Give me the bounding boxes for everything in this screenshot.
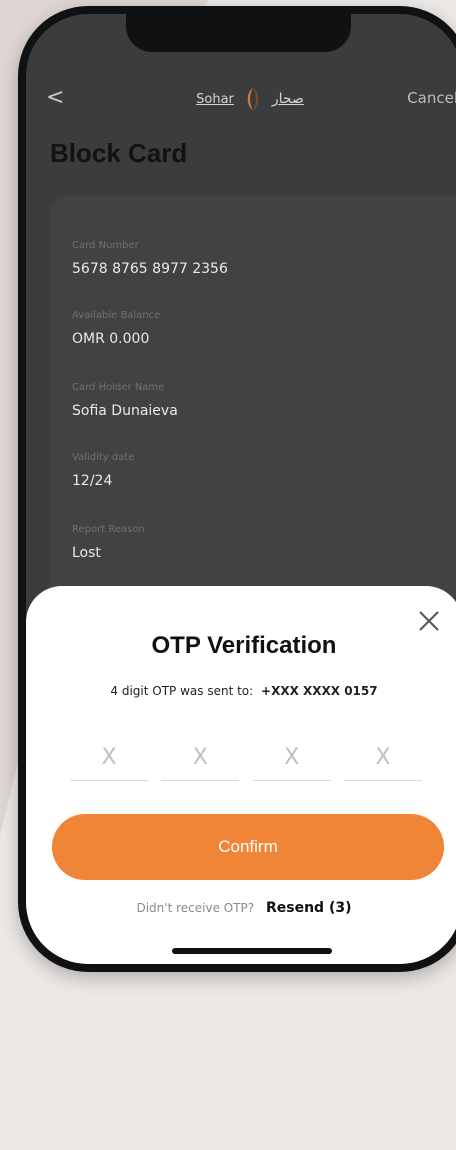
otp-digit-2[interactable] [161,734,240,781]
brand-name-ar: صحار [271,91,304,107]
otp-input-group [70,734,422,781]
resend-button[interactable]: Resend (3) [266,900,352,916]
sohar-logo [247,88,259,110]
validity-date-field: Validity date 12/24 [72,452,134,489]
resend-row: Didn't receive OTP? Resend (3) [26,900,456,916]
otp-title: OTP Verification [151,632,337,659]
card-holder-name-field: Card Holder Name Sofia Dunaieva [72,382,178,419]
field-label: Card Number [72,240,139,251]
field-label: Card Holder Name [72,382,165,393]
masked-phone-number: +XXX XXXX 0157 [261,684,378,698]
field-value: 12/24 [72,473,113,489]
otp-bottom-sheet: OTP Verification 4 digit OTP was sent to… [26,586,456,964]
phone-screen: < Sohar صحار Cancel Block Card Card Numb… [26,14,456,964]
field-value: OMR 0.000 [72,331,150,347]
confirm-button[interactable]: Confirm [52,814,444,880]
cancel-button[interactable]: Cancel [407,80,456,116]
brand-name-en: Sohar [196,91,234,107]
page-title: Block Card [50,138,188,168]
otp-digit-4[interactable] [343,734,422,781]
resend-prompt: Didn't receive OTP? [136,901,255,915]
report-reason-field: Report Reason Lost [72,524,145,561]
close-icon[interactable] [416,608,442,634]
brand-logo-group: Sohar صحار [180,84,320,114]
phone-notch [126,14,351,52]
field-label: Validity date [72,452,135,463]
otp-sent-text: 4 digit OTP was sent to: [110,684,254,698]
card-details-panel: Card Number 5678 8765 8977 2356 Availabl… [50,196,456,616]
otp-digit-3[interactable] [252,734,331,781]
field-label: Available Balance [72,310,161,321]
phone-frame: < Sohar صحار Cancel Block Card Card Numb… [18,6,456,972]
card-number-field: Card Number 5678 8765 8977 2356 [72,240,228,277]
field-label: Report Reason [72,524,145,535]
otp-sent-message: 4 digit OTP was sent to: +XXX XXXX 0157 [26,684,456,698]
otp-digit-1[interactable] [70,734,148,781]
field-value: 5678 8765 8977 2356 [72,261,228,277]
home-indicator [172,948,332,954]
back-button[interactable]: < [46,80,64,116]
field-value: Lost [72,545,101,561]
top-nav: < Sohar صحار Cancel [26,80,456,116]
available-balance-field: Available Balance OMR 0.000 [72,310,160,347]
field-value: Sofia Dunaieva [72,403,178,419]
